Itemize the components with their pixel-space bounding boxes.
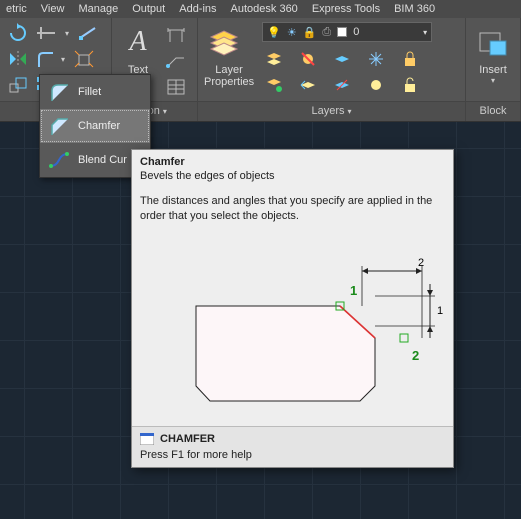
panel-label-layers[interactable]: Layers▾ [198,101,465,121]
leader-icon[interactable] [164,50,188,72]
panel-layers: Layer Properties 💡 ☀ 🔒 ⎙ 0 ▾ [198,18,466,121]
layer-thaw-icon[interactable] [364,74,388,96]
layer-lock-icon[interactable] [398,48,422,70]
layer-isolate-icon[interactable] [330,48,354,70]
layer-match-icon[interactable] [262,74,286,96]
tooltip-command: CHAMFER [160,433,215,445]
tooltip-subtitle: Bevels the edges of objects [132,170,453,190]
tooltip-help: Press F1 for more help [140,449,445,461]
extend-icon[interactable] [76,22,100,44]
chamfer-icon [48,115,70,137]
dim-1: 1 [437,305,443,317]
trim-dropdown-arrow[interactable]: ▾ [62,29,72,38]
text-icon[interactable]: A [118,22,158,62]
layer-previous-icon[interactable] [296,74,320,96]
flyout-chamfer[interactable]: Chamfer [40,109,150,143]
menu-expresstools[interactable]: Express Tools [312,3,380,15]
tooltip-footer: CHAMFER Press F1 for more help [132,426,453,467]
layer-off-icon[interactable] [296,48,320,70]
scale-icon[interactable] [6,74,30,96]
tooltip-body: The distances and angles that you specif… [132,190,453,242]
trim-icon[interactable] [34,22,58,44]
menubar: etric View Manage Output Add-ins Autodes… [0,0,521,18]
layer-name: 0 [353,26,359,38]
panel-label-block[interactable]: Block [466,101,520,121]
layer-color-swatch [337,27,347,37]
layer-combo-arrow[interactable]: ▾ [423,28,427,37]
layer-freeze-icon[interactable] [364,48,388,70]
pick-2: 2 [412,348,419,363]
sun-icon: ☀ [287,26,297,39]
dimension-linear-icon[interactable] [164,24,188,46]
menu-addins[interactable]: Add-ins [179,3,216,15]
blend-curves-icon [48,149,70,171]
layer-properties-icon[interactable] [204,22,244,62]
tooltip-diagram: 1 2 2 1 [140,246,445,416]
dim-2: 2 [418,257,424,269]
layer-unlock-icon[interactable] [398,74,422,96]
tooltip: Chamfer Bevels the edges of objects The … [131,149,454,468]
menu-view[interactable]: View [41,3,65,15]
tooltip-title: Chamfer [132,150,453,170]
menu-parametric[interactable]: etric [6,3,27,15]
panel-block: Insert ▾ Block [466,18,521,121]
flyout-chamfer-label: Chamfer [78,120,120,132]
flyout-fillet[interactable]: Fillet [40,75,150,109]
insert-dropdown-arrow[interactable]: ▾ [488,76,498,85]
menu-output[interactable]: Output [132,3,165,15]
menu-manage[interactable]: Manage [78,3,118,15]
print-icon: ⎙ [322,26,331,39]
pick-1: 1 [350,283,357,298]
menu-autodesk360[interactable]: Autodesk 360 [231,3,298,15]
layer-combo[interactable]: 💡 ☀ 🔒 ⎙ 0 ▾ [262,22,432,42]
lock-icon: 🔒 [303,26,317,39]
menu-bim360[interactable]: BIM 360 [394,3,435,15]
flyout-blend-label: Blend Cur [78,154,127,166]
flyout-fillet-label: Fillet [78,86,101,98]
layer-unisolate-icon[interactable] [330,74,354,96]
mirror-icon[interactable] [6,48,30,70]
layer-properties-label: Layer Properties [204,64,254,88]
layer-states-icon[interactable] [262,48,286,70]
lightbulb-icon: 💡 [267,26,281,39]
table-icon[interactable] [164,76,188,98]
insert-label: Insert [472,64,514,76]
fillet-icon [48,81,70,103]
explode-icon[interactable] [72,48,96,70]
rotate-icon[interactable] [6,22,30,44]
fillet-icon[interactable] [34,48,58,70]
command-prompt-icon [140,433,154,445]
insert-icon[interactable] [473,22,513,62]
fillet-dropdown-arrow[interactable]: ▾ [58,55,68,64]
